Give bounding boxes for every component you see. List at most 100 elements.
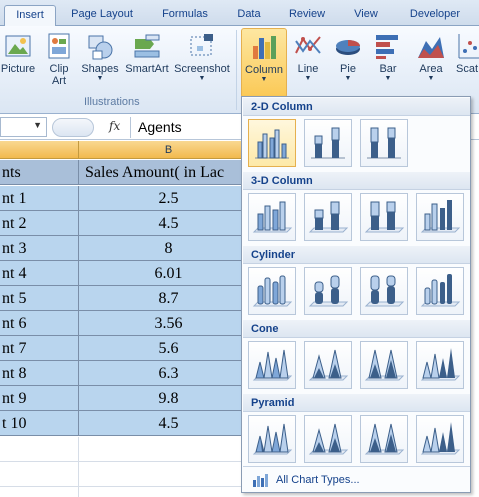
table-row: nt 9 9.8: [0, 386, 259, 411]
3d-stacked-column-option[interactable]: [304, 193, 352, 241]
agent-cell[interactable]: nt 8: [0, 361, 79, 386]
sales-cell[interactable]: 9.8: [79, 386, 259, 411]
picture-button[interactable]: Picture: [0, 28, 36, 94]
header-cell-sales-amount[interactable]: Sales Amount( in Lac: [79, 160, 259, 185]
100-stacked-cylinder-option[interactable]: [360, 267, 408, 315]
clip-art-button[interactable]: Clip Art: [42, 28, 76, 94]
pie-label: Pie: [340, 63, 356, 75]
grid-line: [78, 437, 79, 497]
clustered-cone-option[interactable]: [248, 341, 296, 389]
table-row: t 10 4.5: [0, 411, 259, 436]
scatter-chart-button[interactable]: Scat: [454, 28, 479, 94]
100-stacked-cone-option[interactable]: [360, 341, 408, 389]
area-chart-icon: [416, 31, 446, 61]
agent-cell[interactable]: nt 9: [0, 386, 79, 411]
clustered-pyramid-option[interactable]: [248, 415, 296, 463]
sales-cell[interactable]: 4.5: [79, 411, 259, 436]
sales-cell[interactable]: 4.5: [79, 211, 259, 236]
sales-cell[interactable]: 3.56: [79, 311, 259, 336]
stacked-cylinder-icon: [308, 275, 349, 307]
scatter-chart-icon: [456, 31, 479, 61]
tab-formulas[interactable]: Formulas: [154, 5, 216, 26]
3d-100-stacked-column-option[interactable]: [360, 193, 408, 241]
tab-page-layout[interactable]: Page Layout: [64, 5, 140, 26]
picture-label: Picture: [0, 63, 36, 75]
shapes-button[interactable]: Shapes ▼: [80, 28, 120, 94]
section-header-2d-column: 2-D Column: [243, 98, 470, 116]
3d-clustered-column-option[interactable]: [248, 193, 296, 241]
agent-cell[interactable]: nt 5: [0, 286, 79, 311]
chevron-down-icon: ▼: [304, 75, 312, 82]
pie-chart-button[interactable]: Pie ▼: [330, 28, 366, 94]
pie-chart-icon: [333, 31, 363, 61]
picture-icon: [3, 31, 33, 61]
chevron-down-icon: ▼: [96, 75, 104, 82]
name-box[interactable]: ▼: [0, 117, 47, 137]
stacked-cylinder-option[interactable]: [304, 267, 352, 315]
sales-cell[interactable]: 6.3: [79, 361, 259, 386]
stacked-cone-option[interactable]: [304, 341, 352, 389]
stacked-pyramid-option[interactable]: [304, 415, 352, 463]
agent-cell[interactable]: nt 6: [0, 311, 79, 336]
grid-line: [0, 486, 259, 487]
3d-cylinder-icon: [420, 274, 461, 307]
bar-label: Bar: [379, 63, 397, 75]
column-chart-button[interactable]: Column ▼: [241, 28, 287, 98]
3d-column-option[interactable]: [416, 193, 464, 241]
agent-cell[interactable]: t 10: [0, 411, 79, 436]
tab-insert[interactable]: Insert: [4, 5, 56, 27]
column-header-a[interactable]: [0, 141, 79, 159]
3d-pyramid-option[interactable]: [416, 415, 464, 463]
screenshot-label: Screenshot: [174, 63, 230, 75]
column-label: Column: [245, 64, 283, 76]
tab-data[interactable]: Data: [230, 5, 268, 26]
100-stacked-pyramid-option[interactable]: [360, 415, 408, 463]
tab-developer[interactable]: Developer: [400, 5, 470, 26]
insert-function-icon[interactable]: fx: [109, 119, 120, 133]
smartart-button[interactable]: SmartArt: [124, 28, 170, 94]
tab-review[interactable]: Review: [282, 5, 332, 26]
bar-chart-icon: [373, 31, 403, 61]
sales-cell[interactable]: 5.6: [79, 336, 259, 361]
3d-stacked-column-icon: [308, 201, 349, 233]
gallery-divider: [243, 466, 470, 467]
section-header-cylinder: Cylinder: [243, 246, 470, 264]
chevron-down-icon: ▼: [344, 75, 352, 82]
agent-cell[interactable]: nt 3: [0, 236, 79, 261]
bar-chart-button[interactable]: Bar ▼: [370, 28, 406, 94]
all-chart-types-label: All Chart Types...: [276, 474, 360, 486]
all-chart-types-link[interactable]: All Chart Types...: [246, 469, 466, 491]
tab-view[interactable]: View: [346, 5, 386, 26]
header-cell-agents[interactable]: nts: [0, 160, 79, 185]
chevron-down-icon[interactable]: ▼: [33, 120, 42, 130]
agent-cell[interactable]: nt 1: [0, 186, 79, 211]
line-label: Line: [297, 63, 319, 75]
smartart-icon: [132, 31, 162, 61]
agent-cell[interactable]: nt 7: [0, 336, 79, 361]
screenshot-button[interactable]: Screenshot ▼: [172, 28, 232, 94]
clustered-cylinder-option[interactable]: [248, 267, 296, 315]
sales-cell[interactable]: 2.5: [79, 186, 259, 211]
formula-bar-resizer[interactable]: [52, 118, 94, 137]
3d-cylinder-option[interactable]: [416, 267, 464, 315]
column-header-b[interactable]: B: [79, 141, 259, 159]
clustered-pyramid-icon: [252, 423, 293, 455]
sales-cell[interactable]: 8: [79, 236, 259, 261]
100-stacked-cone-icon: [364, 349, 405, 381]
agent-cell[interactable]: nt 4: [0, 261, 79, 286]
area-chart-button[interactable]: Area ▼: [412, 28, 450, 94]
100-stacked-cylinder-icon: [364, 275, 405, 307]
table-row: nt 4 6.01: [0, 261, 259, 286]
3d-cone-option[interactable]: [416, 341, 464, 389]
line-chart-button[interactable]: Line ▼: [290, 28, 326, 94]
sales-cell[interactable]: 8.7: [79, 286, 259, 311]
agent-cell[interactable]: nt 2: [0, 211, 79, 236]
clustered-cone-icon: [252, 349, 293, 381]
clustered-column-option[interactable]: [248, 119, 296, 167]
stacked-column-option[interactable]: [304, 119, 352, 167]
3d-cone-icon: [420, 348, 461, 381]
section-header-pyramid: Pyramid: [243, 394, 470, 412]
stacked-cone-icon: [308, 349, 349, 381]
sales-cell[interactable]: 6.01: [79, 261, 259, 286]
100-stacked-column-option[interactable]: [360, 119, 408, 167]
